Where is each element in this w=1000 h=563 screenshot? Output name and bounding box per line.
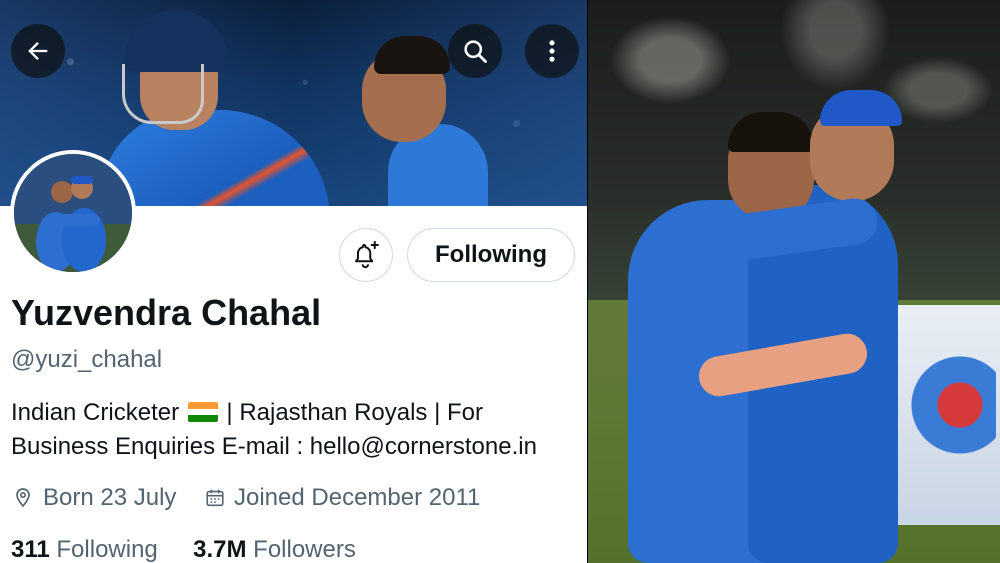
- search-button[interactable]: [448, 24, 502, 78]
- arrow-left-icon: [28, 42, 48, 60]
- more-options-button[interactable]: [525, 24, 579, 78]
- following-link[interactable]: 311 Following: [11, 536, 164, 563]
- photo-advert-logo: [906, 330, 996, 480]
- back-button[interactable]: [11, 24, 65, 78]
- location-pin-icon: [16, 488, 30, 508]
- birthday-info: Born 23 July: [11, 484, 176, 512]
- profile-bio: Indian Cricketer | Rajasthan Royals | Fo…: [11, 396, 581, 464]
- bio-line-2: Business Enquiries E-mail : hello@corner…: [11, 433, 537, 460]
- more-vertical-icon: [549, 40, 555, 62]
- search-icon: [464, 40, 487, 63]
- profile-panel: Following Yuzvendra Chahal @yuzi_chahal …: [0, 0, 587, 563]
- following-button[interactable]: Following: [407, 228, 575, 282]
- profile-handle: @yuzi_chahal: [11, 346, 163, 373]
- profile-name: Yuzvendra Chahal: [11, 292, 322, 333]
- banner-player-1-grill: [122, 64, 204, 124]
- bio-text-1b: | Rajasthan Royals | For: [226, 399, 483, 426]
- followers-link[interactable]: 3.7M Followers: [193, 536, 356, 563]
- bio-text-1a: Indian Cricketer: [11, 399, 180, 426]
- joined-info: Joined December 2011: [204, 484, 480, 512]
- followers-label: Followers: [253, 536, 356, 563]
- avatar-image: [14, 154, 132, 272]
- birthday-text: Born 23 July: [43, 484, 177, 511]
- notifications-button[interactable]: [339, 228, 393, 282]
- calendar-icon: [206, 489, 224, 507]
- profile-avatar[interactable]: [10, 150, 136, 276]
- celebration-photo: [588, 0, 1000, 563]
- followers-count: 3.7M: [193, 536, 247, 563]
- following-count: 311: [11, 536, 50, 563]
- bio-line-1: Indian Cricketer | Rajasthan Royals | Fo…: [11, 396, 581, 430]
- india-flag-emoji: [187, 402, 218, 422]
- joined-text: Joined December 2011: [234, 484, 481, 511]
- bell-plus-icon: [355, 240, 379, 269]
- follow-stats: 311 Following 3.7M Followers: [11, 536, 356, 563]
- following-label: Following: [56, 536, 158, 563]
